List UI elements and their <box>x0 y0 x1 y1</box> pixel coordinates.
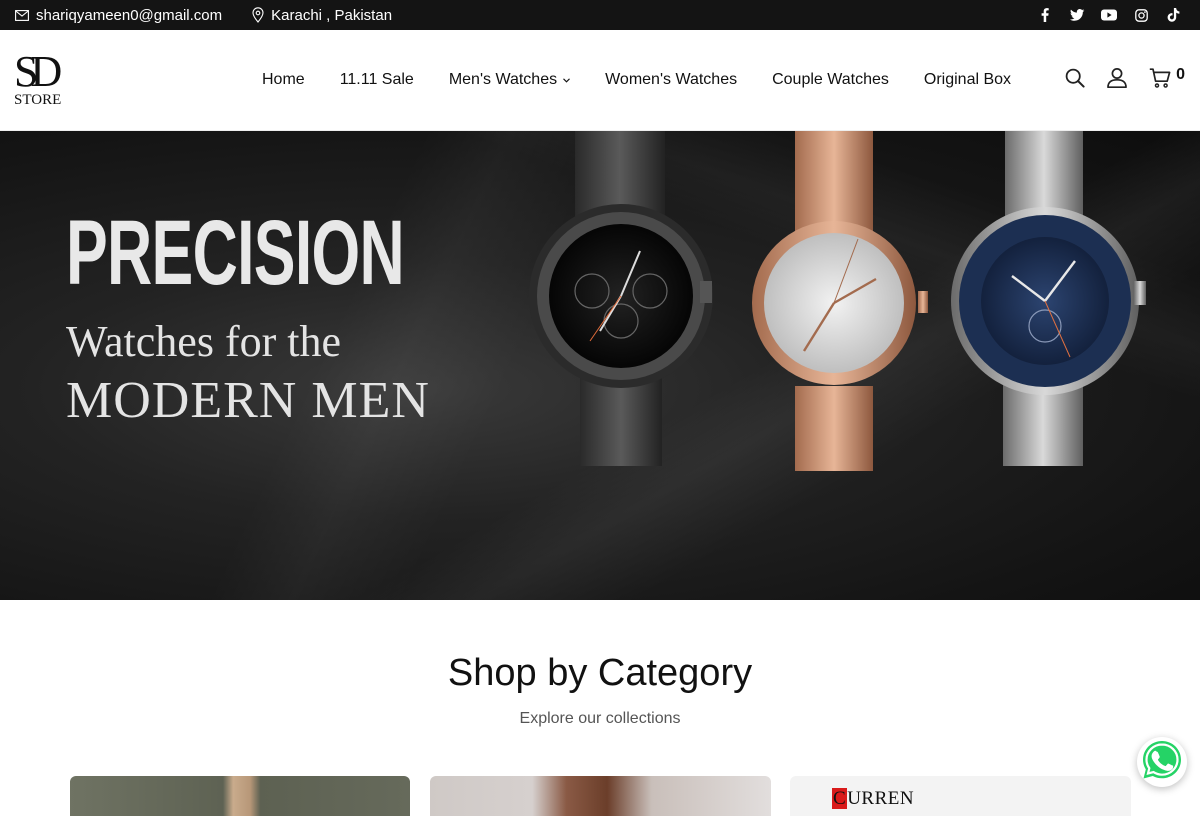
whatsapp-chat-button[interactable] <box>1137 737 1187 787</box>
nav-home[interactable]: Home <box>262 71 305 89</box>
search-icon[interactable] <box>1065 68 1085 93</box>
main-nav: Home 11.11 Sale Men's Watches Women's Wa… <box>262 30 1046 130</box>
watch-rose-gold <box>752 131 928 471</box>
location-text: Karachi , Pakistan <box>271 6 393 24</box>
store-logo[interactable]: SD STORE <box>14 47 70 110</box>
main-header: SD STORE Home 11.11 Sale Men's Watches W… <box>0 30 1200 131</box>
cart-button[interactable]: 0 <box>1149 66 1185 93</box>
nav-couple-watches[interactable]: Couple Watches <box>772 71 889 89</box>
watch-black <box>529 131 713 466</box>
youtube-icon[interactable] <box>1100 6 1118 24</box>
logo-monogram: SD <box>14 47 62 96</box>
hero-banner[interactable]: PRECISION Watches for the MODERN MEN <box>0 131 1200 600</box>
hero-subtitle-line1: Watches for the <box>66 317 341 366</box>
nav-mens-watches[interactable]: Men's Watches <box>449 71 570 89</box>
category-section-subtitle: Explore our collections <box>519 710 681 727</box>
category-section-title: Shop by Category <box>447 652 753 694</box>
top-bar: shariqyameen0@gmail.com Karachi , Pakist… <box>0 0 1200 30</box>
map-pin-icon <box>252 7 264 23</box>
contact-location: Karachi , Pakistan <box>252 7 392 24</box>
mail-icon <box>15 9 29 21</box>
whatsapp-icon <box>1140 738 1184 787</box>
tiktok-icon[interactable] <box>1164 6 1182 24</box>
social-links <box>1036 6 1185 24</box>
nav-womens-watches[interactable]: Women's Watches <box>605 71 737 89</box>
nav-original-box[interactable]: Original Box <box>924 71 1011 89</box>
category-card-mens[interactable] <box>70 776 410 816</box>
hero-title: PRECISION <box>66 202 405 304</box>
cart-icon <box>1149 67 1171 93</box>
instagram-icon[interactable] <box>1132 6 1150 24</box>
user-icon[interactable] <box>1107 67 1127 93</box>
facebook-icon[interactable] <box>1036 6 1054 24</box>
category-card-womens[interactable] <box>430 776 771 816</box>
nav-sale[interactable]: 11.11 Sale <box>340 71 414 89</box>
cart-count: 0 <box>1176 66 1185 83</box>
chevron-down-icon <box>563 75 570 85</box>
category-card-curren[interactable]: CURREN <box>790 776 1131 816</box>
nav-mens-label: Men's Watches <box>448 71 558 88</box>
contact-email[interactable]: shariqyameen0@gmail.com <box>15 7 222 24</box>
watch-steel-navy <box>951 131 1146 466</box>
email-text: shariqyameen0@gmail.com <box>36 6 223 24</box>
header-actions: 0 <box>1065 30 1185 130</box>
hero-subtitle-line2: MODERN MEN <box>66 372 430 429</box>
contact-info: shariqyameen0@gmail.com Karachi , Pakist… <box>15 7 392 24</box>
curren-brand-logo: CURREN <box>832 788 915 809</box>
logo-text: STORE <box>14 92 62 108</box>
twitter-icon[interactable] <box>1068 6 1086 24</box>
